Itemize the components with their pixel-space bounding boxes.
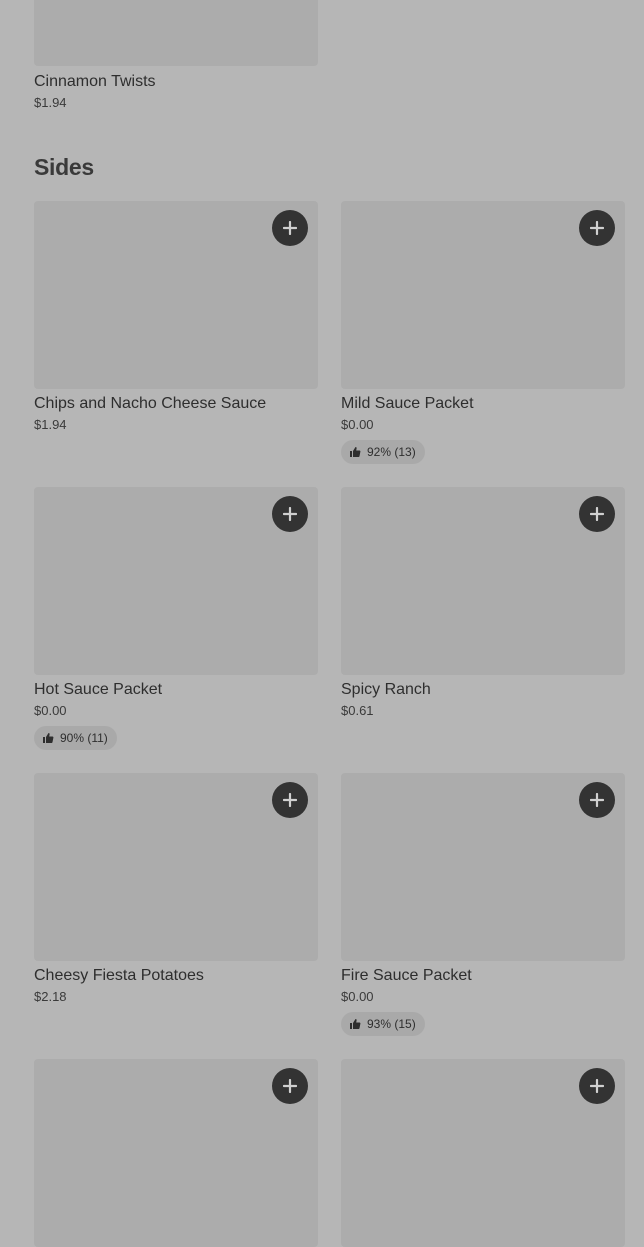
item-image[interactable] xyxy=(34,1059,318,1247)
menu-item-card[interactable] xyxy=(34,1059,318,1247)
menu-item-card[interactable]: Chips and Nacho Cheese Sauce $1.94 xyxy=(34,201,318,433)
rating-text: 92% (13) xyxy=(367,445,416,459)
item-image[interactable] xyxy=(34,773,318,961)
item-image[interactable] xyxy=(341,201,625,389)
thumbs-up-icon xyxy=(350,447,361,457)
add-to-cart-button[interactable] xyxy=(272,496,308,532)
rating-text: 93% (15) xyxy=(367,1017,416,1031)
add-to-cart-button[interactable] xyxy=(579,210,615,246)
add-to-cart-button[interactable] xyxy=(272,210,308,246)
item-price: $0.00 xyxy=(341,417,374,432)
plus-icon xyxy=(590,221,604,235)
item-price: $1.94 xyxy=(34,95,67,110)
rating-badge: 92% (13) xyxy=(341,440,425,464)
plus-icon xyxy=(283,793,297,807)
add-to-cart-button[interactable] xyxy=(272,1068,308,1104)
item-price: $0.00 xyxy=(34,703,67,718)
item-name: Fire Sauce Packet xyxy=(341,967,472,984)
menu-item-card[interactable] xyxy=(341,1059,625,1247)
item-name: Spicy Ranch xyxy=(341,681,431,698)
add-to-cart-button[interactable] xyxy=(579,496,615,532)
add-to-cart-button[interactable] xyxy=(272,782,308,818)
item-image[interactable] xyxy=(341,487,625,675)
add-to-cart-button[interactable] xyxy=(579,782,615,818)
menu-item-card[interactable]: Cinnamon Twists $1.94 xyxy=(34,0,318,111)
thumbs-up-icon xyxy=(350,1019,361,1029)
item-image[interactable] xyxy=(341,773,625,961)
add-to-cart-button[interactable] xyxy=(579,1068,615,1104)
plus-icon xyxy=(590,507,604,521)
menu-item-card[interactable]: Fire Sauce Packet $0.00 93% (15) xyxy=(341,773,625,1036)
item-price: $0.61 xyxy=(341,703,374,718)
item-name: Mild Sauce Packet xyxy=(341,395,474,412)
menu-item-card[interactable]: Spicy Ranch $0.61 xyxy=(341,487,625,719)
item-image[interactable] xyxy=(34,487,318,675)
menu-item-card[interactable]: Mild Sauce Packet $0.00 92% (13) xyxy=(341,201,625,464)
plus-icon xyxy=(283,1079,297,1093)
item-name: Cheesy Fiesta Potatoes xyxy=(34,967,204,984)
item-name: Hot Sauce Packet xyxy=(34,681,163,698)
item-name: Cinnamon Twists xyxy=(34,73,156,90)
item-image[interactable] xyxy=(34,0,318,66)
item-image[interactable] xyxy=(34,201,318,389)
rating-badge: 93% (15) xyxy=(341,1012,425,1036)
plus-icon xyxy=(590,1079,604,1093)
menu-page: Cinnamon Twists $1.94 Sides Chips and Na… xyxy=(0,0,644,1247)
menu-item-card[interactable]: Hot Sauce Packet $0.00 90% (11) xyxy=(34,487,318,750)
section-title: Sides xyxy=(34,154,94,180)
item-name: Chips and Nacho Cheese Sauce xyxy=(34,395,267,412)
item-price: $2.18 xyxy=(34,989,67,1004)
plus-icon xyxy=(283,507,297,521)
rating-text: 90% (11) xyxy=(60,731,108,745)
item-price: $1.94 xyxy=(34,417,67,432)
menu-item-card[interactable]: Cheesy Fiesta Potatoes $2.18 xyxy=(34,773,318,1005)
thumbs-up-icon xyxy=(43,733,54,743)
plus-icon xyxy=(590,793,604,807)
rating-badge: 90% (11) xyxy=(34,726,117,750)
plus-icon xyxy=(283,221,297,235)
item-price: $0.00 xyxy=(341,989,374,1004)
item-image[interactable] xyxy=(341,1059,625,1247)
